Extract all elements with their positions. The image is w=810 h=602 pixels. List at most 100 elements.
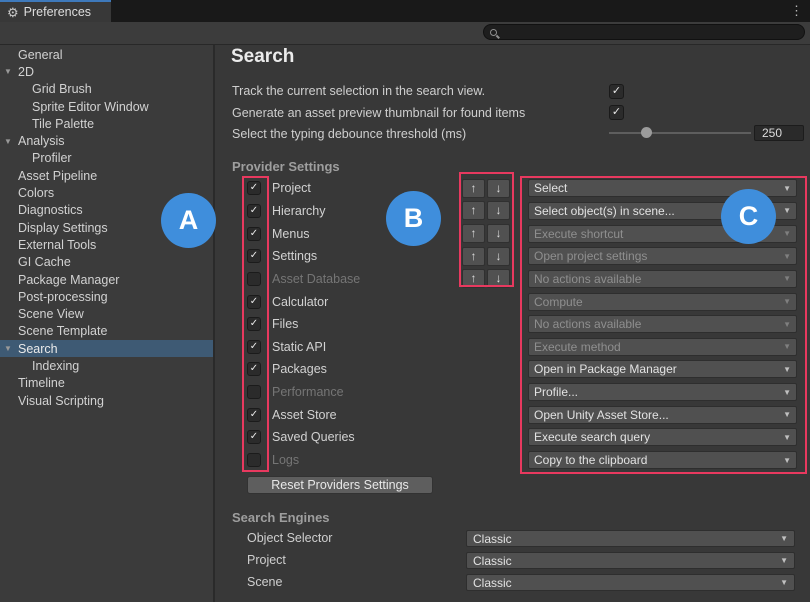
- dropdown-arrow-icon: ▼: [783, 388, 791, 397]
- debounce-slider-thumb[interactable]: [641, 127, 652, 138]
- provider-reorder-buttons: ↑↓ ↑↓ ↑↓ ↑↓ ↑↓: [462, 177, 510, 290]
- preferences-window: ⚙ Preferences ⋮ ▼General ▼2D ▼Grid Brush…: [0, 0, 810, 602]
- provider-checkbox[interactable]: ✓: [247, 385, 261, 399]
- foldout-icon[interactable]: ▼: [4, 67, 12, 76]
- sidebar-item-asset-pipeline[interactable]: ▼Asset Pipeline: [0, 167, 213, 184]
- foldout-icon[interactable]: ▼: [4, 137, 12, 146]
- action-dropdown-performance[interactable]: Profile...▼: [528, 383, 797, 401]
- gear-icon: ⚙: [7, 6, 19, 19]
- move-down-button[interactable]: ↓: [487, 201, 510, 220]
- sidebar-item-search[interactable]: ▼Search: [0, 340, 213, 357]
- dropdown-arrow-icon: ▼: [783, 456, 791, 465]
- action-dropdown-settings[interactable]: Open project settings▼: [528, 247, 797, 265]
- generate-preview-label: Generate an asset preview thumbnail for …: [232, 105, 525, 121]
- move-down-button[interactable]: ↓: [487, 179, 510, 198]
- action-dropdown-logs[interactable]: Copy to the clipboard▼: [528, 451, 797, 469]
- move-down-button[interactable]: ↓: [487, 247, 510, 266]
- track-selection-label: Track the current selection in the searc…: [232, 83, 485, 99]
- action-dropdown-asset-database[interactable]: No actions available▼: [528, 270, 797, 288]
- track-selection-checkbox[interactable]: ✓: [609, 84, 624, 99]
- annotation-circle-c: C: [721, 189, 776, 244]
- dropdown-arrow-icon: ▼: [783, 229, 791, 238]
- provider-checkbox[interactable]: ✓: [247, 204, 261, 218]
- action-dropdown-packages[interactable]: Open in Package Manager▼: [528, 360, 797, 378]
- move-up-button[interactable]: ↑: [462, 247, 485, 266]
- sidebar-item-timeline[interactable]: ▼Timeline: [0, 375, 213, 392]
- provider-checkbox[interactable]: ✓: [247, 227, 261, 241]
- move-up-button[interactable]: ↑: [462, 179, 485, 198]
- dropdown-arrow-icon: ▼: [783, 365, 791, 374]
- provider-list: ✓Project ✓Hierarchy ✓Menus ✓Settings ✓As…: [247, 177, 360, 471]
- dropdown-arrow-icon: ▼: [780, 534, 788, 543]
- debounce-label: Select the typing debounce threshold (ms…: [232, 126, 466, 142]
- engine-dropdown-scene[interactable]: Classic▼: [466, 574, 795, 591]
- foldout-icon[interactable]: ▼: [4, 344, 12, 353]
- engine-label-project: Project: [247, 552, 286, 568]
- sidebar-item-analysis[interactable]: ▼Analysis: [0, 132, 213, 149]
- provider-checkbox[interactable]: ✓: [247, 362, 261, 376]
- provider-row-asset-database: ✓Asset Database: [247, 268, 360, 291]
- sidebar-item-package-manager[interactable]: ▼Package Manager: [0, 271, 213, 288]
- sidebar-item-indexing[interactable]: ▼Indexing: [0, 357, 213, 374]
- move-down-button[interactable]: ↓: [487, 269, 510, 288]
- toolbar: [0, 22, 810, 45]
- dropdown-arrow-icon: ▼: [783, 297, 791, 306]
- sidebar-item-profiler[interactable]: ▼Profiler: [0, 150, 213, 167]
- engine-label-scene: Scene: [247, 574, 282, 590]
- search-input[interactable]: [483, 24, 805, 40]
- move-up-button[interactable]: ↑: [462, 201, 485, 220]
- engine-dropdown-project[interactable]: Classic▼: [466, 552, 795, 569]
- sidebar-item-general[interactable]: ▼General: [0, 46, 213, 63]
- engine-dropdown-object-selector[interactable]: Classic▼: [466, 530, 795, 547]
- provider-checkbox[interactable]: ✓: [247, 453, 261, 467]
- sidebar-item-visual-scripting[interactable]: ▼Visual Scripting: [0, 392, 213, 409]
- provider-settings-header: Provider Settings: [232, 159, 340, 174]
- sidebar-item-gi-cache[interactable]: ▼GI Cache: [0, 254, 213, 271]
- provider-checkbox[interactable]: ✓: [247, 272, 261, 286]
- move-up-button[interactable]: ↑: [462, 224, 485, 243]
- kebab-menu-icon[interactable]: ⋮: [790, 3, 803, 19]
- window-title-bar: ⚙ Preferences ⋮: [0, 0, 810, 22]
- sidebar-item-scene-template[interactable]: ▼Scene Template: [0, 323, 213, 340]
- provider-checkbox[interactable]: ✓: [247, 249, 261, 263]
- page-title: Search: [231, 46, 294, 68]
- action-dropdown-saved-queries[interactable]: Execute search query▼: [528, 428, 797, 446]
- provider-row-hierarchy: ✓Hierarchy: [247, 200, 360, 223]
- sidebar-item-post-processing[interactable]: ▼Post-processing: [0, 288, 213, 305]
- provider-checkbox[interactable]: ✓: [247, 181, 261, 195]
- debounce-slider[interactable]: [609, 132, 751, 134]
- search-icon: [490, 29, 497, 36]
- dropdown-arrow-icon: ▼: [780, 556, 788, 565]
- provider-row-performance: ✓Performance: [247, 381, 360, 404]
- action-dropdown-asset-store[interactable]: Open Unity Asset Store...▼: [528, 406, 797, 424]
- provider-row-static-api: ✓Static API: [247, 335, 360, 358]
- generate-preview-checkbox[interactable]: ✓: [609, 105, 624, 120]
- move-up-button[interactable]: ↑: [462, 269, 485, 288]
- tab-preferences[interactable]: ⚙ Preferences: [0, 0, 111, 22]
- debounce-value-field[interactable]: 250: [754, 125, 804, 141]
- dropdown-arrow-icon: ▼: [783, 320, 791, 329]
- provider-checkbox[interactable]: ✓: [247, 430, 261, 444]
- action-dropdown-files[interactable]: No actions available▼: [528, 315, 797, 333]
- dropdown-arrow-icon: ▼: [783, 410, 791, 419]
- annotation-circle-b: B: [386, 191, 441, 246]
- provider-checkbox[interactable]: ✓: [247, 340, 261, 354]
- provider-row-packages: ✓Packages: [247, 358, 360, 381]
- sidebar-item-2d[interactable]: ▼2D: [0, 63, 213, 80]
- sidebar-item-sprite-editor-window[interactable]: ▼Sprite Editor Window: [0, 98, 213, 115]
- provider-row-asset-store: ✓Asset Store: [247, 403, 360, 426]
- sidebar-item-scene-view[interactable]: ▼Scene View: [0, 305, 213, 322]
- dropdown-arrow-icon: ▼: [783, 184, 791, 193]
- provider-row-calculator: ✓Calculator: [247, 290, 360, 313]
- sidebar-item-tile-palette[interactable]: ▼Tile Palette: [0, 115, 213, 132]
- move-down-button[interactable]: ↓: [487, 224, 510, 243]
- action-dropdown-static-api[interactable]: Execute method▼: [528, 338, 797, 356]
- provider-checkbox[interactable]: ✓: [247, 408, 261, 422]
- provider-checkbox[interactable]: ✓: [247, 317, 261, 331]
- action-dropdown-calculator[interactable]: Compute▼: [528, 293, 797, 311]
- dropdown-arrow-icon: ▼: [783, 252, 791, 261]
- provider-checkbox[interactable]: ✓: [247, 295, 261, 309]
- sidebar-item-grid-brush[interactable]: ▼Grid Brush: [0, 81, 213, 98]
- provider-row-menus: ✓Menus: [247, 222, 360, 245]
- reset-providers-button[interactable]: Reset Providers Settings: [247, 476, 433, 494]
